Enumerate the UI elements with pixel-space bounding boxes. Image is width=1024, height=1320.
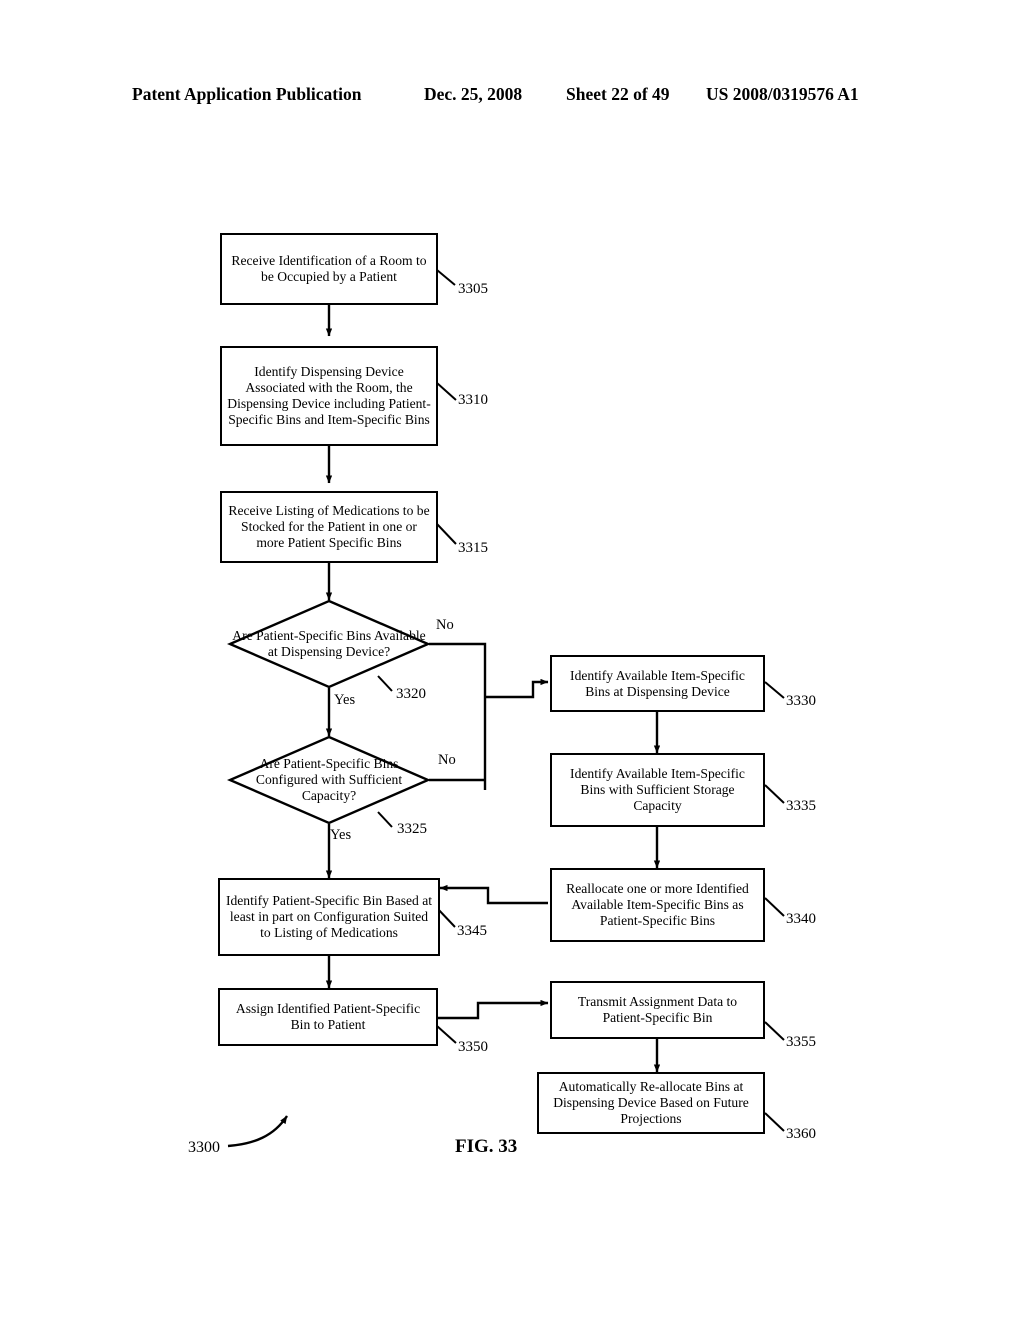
node-3335[interactable]: Identify Available Item-Specific Bins wi… (550, 753, 765, 827)
node-3310[interactable]: Identify Dispensing Device Associated wi… (220, 346, 438, 446)
edge-merge-to-3330 (485, 678, 549, 699)
ref-3340: 3340 (786, 911, 816, 927)
node-3315-label: Receive Listing of Medications to be Sto… (228, 503, 430, 550)
flow-ref-arrow (227, 1115, 289, 1148)
node-3345-label: Identify Patient-Specific Bin Based at l… (225, 893, 433, 940)
node-3345[interactable]: Identify Patient-Specific Bin Based at l… (218, 878, 440, 956)
leader-3315 (436, 523, 457, 545)
node-3355-label: Transmit Assignment Data to Patient-Spec… (577, 994, 738, 1025)
ref-3325: 3325 (397, 821, 427, 837)
leader-3335 (764, 784, 785, 804)
flowchart-connectors (227, 269, 785, 1148)
ref-3350: 3350 (458, 1039, 488, 1055)
node-3305[interactable]: Receive Identification of a Room to be O… (220, 233, 438, 305)
ref-3360: 3360 (786, 1126, 816, 1142)
ref-3345: 3345 (457, 923, 487, 939)
figure-caption: FIG. 33 (455, 1136, 518, 1157)
ref-3305: 3305 (458, 281, 488, 297)
branch-label-3320-no: No (436, 617, 454, 633)
edge-3340-3345 (439, 884, 548, 905)
flowchart-diagram: Receive Identification of a Room to be O… (0, 0, 1024, 1320)
node-3325[interactable]: Are Patient-Specific Bins Configured wit… (226, 735, 432, 825)
node-3320[interactable]: Are Patient-Specific Bins Available at D… (226, 599, 432, 689)
ref-3315: 3315 (458, 540, 488, 556)
node-3305-label: Receive Identification of a Room to be O… (231, 253, 427, 284)
node-3350[interactable]: Assign Identified Patient-Specific Bin t… (218, 988, 438, 1046)
ref-3320: 3320 (396, 686, 426, 702)
ref-3335: 3335 (786, 798, 816, 814)
leader-3360 (764, 1112, 785, 1132)
node-3330-label: Identify Available Item-Specific Bins at… (570, 667, 745, 699)
branch-label-3325-yes: Yes (330, 827, 352, 843)
edge-3350-3355 (438, 999, 549, 1020)
ref-3355: 3355 (786, 1034, 816, 1050)
node-3350-label: Assign Identified Patient-Specific Bin t… (235, 1001, 421, 1032)
node-3340-label: Reallocate one or more Identified Availa… (566, 881, 749, 928)
node-3330[interactable]: Identify Available Item-Specific Bins at… (550, 655, 765, 712)
node-3360[interactable]: Automatically Re-allocate Bins at Dispen… (537, 1072, 765, 1134)
leader-3310 (436, 382, 457, 401)
branch-label-3320-yes: Yes (334, 692, 356, 708)
node-3315[interactable]: Receive Listing of Medications to be Sto… (220, 491, 438, 563)
leader-3355 (764, 1021, 785, 1041)
ref-3310: 3310 (458, 392, 488, 408)
node-3320-label: Are Patient-Specific Bins Available at D… (232, 628, 426, 659)
node-3340[interactable]: Reallocate one or more Identified Availa… (550, 868, 765, 942)
ref-3330: 3330 (786, 693, 816, 709)
leader-3350 (436, 1025, 457, 1044)
leader-3340 (764, 897, 785, 917)
node-3325-label: Are Patient-Specific Bins Configured wit… (255, 756, 403, 803)
branch-label-3325-no: No (438, 752, 456, 768)
node-3355[interactable]: Transmit Assignment Data to Patient-Spec… (550, 981, 765, 1039)
leader-3305 (436, 269, 456, 286)
node-3335-label: Identify Available Item-Specific Bins wi… (570, 766, 745, 813)
node-3310-label: Identify Dispensing Device Associated wi… (227, 364, 431, 427)
flowchart-ref-number: 3300 (188, 1139, 220, 1156)
node-3360-label: Automatically Re-allocate Bins at Dispen… (553, 1079, 749, 1126)
leader-3330 (764, 681, 785, 699)
